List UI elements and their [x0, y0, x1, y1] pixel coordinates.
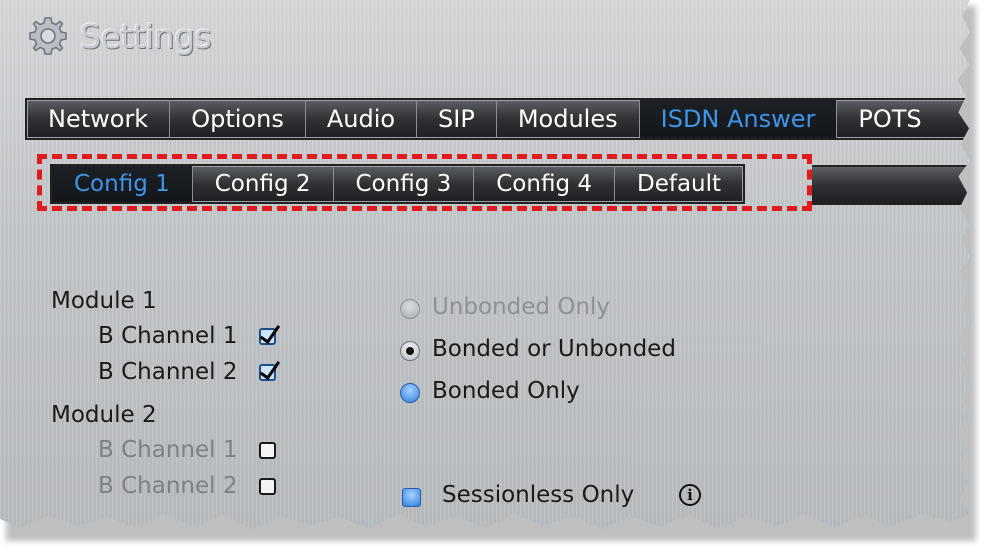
tab-pots[interactable]: POTS [837, 100, 942, 138]
config-tab-bar-background [812, 165, 970, 205]
unbonded-only-label: Unbonded Only [432, 294, 611, 320]
tab-network[interactable]: Network [27, 100, 171, 138]
tab-options[interactable]: Options [170, 100, 306, 138]
info-icon[interactable]: i [679, 484, 701, 506]
module-2-channel-2-checkbox[interactable] [259, 478, 276, 495]
bonded-or-unbonded-radio[interactable] [400, 341, 420, 361]
bonded-or-unbonded-label: Bonded or Unbonded [432, 336, 676, 362]
module-2-channel-2-label: B Channel 2 [98, 473, 238, 499]
tab-audio[interactable]: Audio [306, 100, 418, 138]
module-1-channel-1-checkbox[interactable] [259, 328, 276, 345]
bonded-only-radio[interactable] [400, 383, 420, 403]
sessionless-only-label: Sessionless Only [442, 482, 635, 508]
tab-isdn-answer[interactable]: ISDN Answer [639, 100, 838, 138]
module-1-channel-2-checkbox[interactable] [259, 364, 276, 381]
gear-icon [29, 17, 67, 55]
unbonded-only-radio[interactable] [400, 299, 420, 319]
tab-modules[interactable]: Modules [497, 100, 640, 138]
app-title: Settings [26, 12, 212, 60]
settings-panel: Settings Network Options Audio SIP Modul… [0, 0, 970, 530]
module-1-channel-2-label: B Channel 2 [98, 359, 238, 385]
module-2-channel-1-checkbox[interactable] [259, 442, 276, 459]
bonded-only-label: Bonded Only [432, 378, 580, 404]
tab-sip[interactable]: SIP [417, 100, 497, 138]
module-2-channel-1-label: B Channel 1 [98, 437, 238, 463]
sessionless-only-checkbox[interactable] [402, 488, 421, 507]
page-title: Settings [80, 16, 212, 56]
main-tab-bar: Network Options Audio SIP Modules ISDN A… [25, 98, 970, 140]
highlight-annotation [37, 154, 812, 211]
module-1-channel-1-label: B Channel 1 [98, 323, 238, 349]
module-1-label: Module 1 [51, 288, 157, 314]
module-2-label: Module 2 [51, 402, 157, 428]
